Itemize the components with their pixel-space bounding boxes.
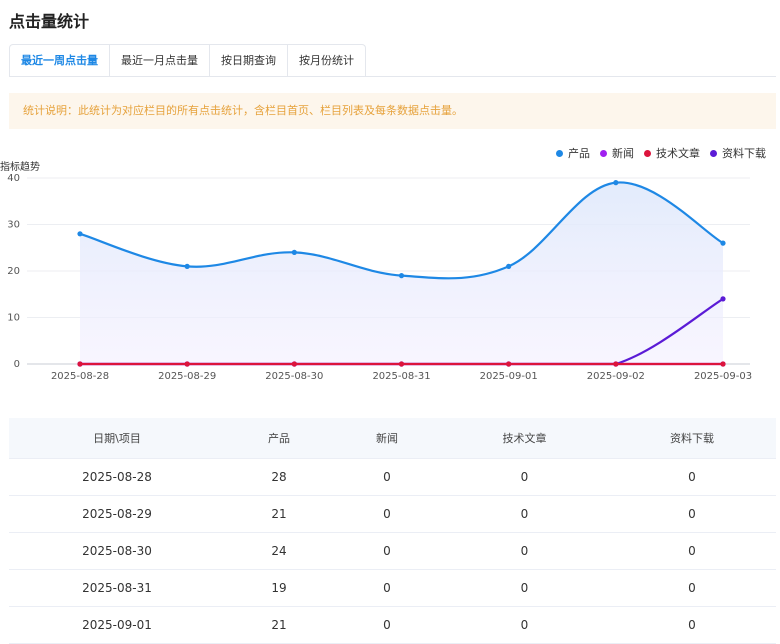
tabs-divider: [9, 76, 776, 77]
header-date-item: 日期\项目: [93, 432, 141, 445]
tab-last-week[interactable]: 最近一周点击量: [10, 45, 110, 77]
stats-table: 日期\项目 产品 新闻 技术文章 资料下载 2025-08-28 28 0 0 …: [9, 418, 776, 644]
page-title: 点击量统计: [9, 12, 90, 31]
tab-by-month[interactable]: 按月份统计: [288, 45, 365, 77]
notice-banner: 统计说明：此统计为对应栏目的所有点击统计，含栏目首页、栏目列表及每条数据点击量。: [9, 93, 776, 129]
y-tick-label: 30: [7, 220, 20, 231]
data-point-技术文章: [77, 361, 83, 367]
table-row: 2025-08-31 19 0 0 0: [9, 570, 776, 607]
table-row: 2025-08-28 28 0 0 0: [9, 459, 776, 496]
cell-news: 0: [383, 544, 391, 558]
x-tick-label: 2025-08-30: [265, 371, 323, 382]
x-tick-label: 2025-09-01: [480, 371, 538, 382]
data-point-技术文章: [613, 361, 619, 367]
cell-downloads: 0: [688, 507, 696, 521]
x-tick-label: 2025-08-29: [158, 371, 216, 382]
cell-date: 2025-09-01: [82, 618, 152, 632]
y-tick-label: 20: [7, 266, 20, 277]
trend-chart: 指标趋势 产品 新闻 技术文章 资料下载 0 10 20 30 40 2025-08-28 202…: [0, 138, 780, 388]
cell-downloads: 0: [688, 618, 696, 632]
cell-product: 28: [271, 470, 287, 484]
x-tick-label: 2025-08-28: [51, 371, 109, 382]
data-point-产品: [506, 263, 512, 269]
header-tech-articles: 技术文章: [502, 432, 547, 445]
table-row: 2025-08-30 24 0 0 0: [9, 533, 776, 570]
x-tick-label: 2025-09-02: [587, 371, 645, 382]
tab-by-date[interactable]: 按日期查询: [210, 45, 288, 77]
data-point-资料下载: [720, 296, 726, 302]
cell-news: 0: [383, 470, 391, 484]
table-header-row: 日期\项目 产品 新闻 技术文章 资料下载: [9, 418, 776, 459]
y-tick-label: 0: [14, 359, 20, 370]
cell-tech-articles: 0: [520, 618, 529, 632]
tab-last-month[interactable]: 最近一月点击量: [110, 45, 210, 77]
data-point-技术文章: [398, 361, 405, 367]
data-point-技术文章: [184, 361, 190, 367]
y-tick-label: 40: [7, 173, 20, 184]
data-point-技术文章: [291, 361, 297, 367]
data-point-技术文章: [506, 361, 512, 367]
cell-product: 24: [271, 544, 287, 558]
header-product: 产品: [268, 432, 290, 445]
tab-bar: 最近一周点击量 最近一月点击量 按日期查询 按月份统计: [9, 44, 366, 77]
table-row: 2025-09-01 21 0 0 0: [9, 607, 776, 644]
cell-product: 21: [271, 618, 287, 632]
cell-news: 0: [383, 507, 391, 521]
cell-tech-articles: 0: [520, 544, 529, 558]
cell-news: 0: [383, 618, 391, 632]
data-point-产品: [77, 231, 83, 237]
cell-downloads: 0: [688, 470, 696, 484]
cell-product: 21: [271, 507, 287, 521]
cell-date: 2025-08-31: [82, 581, 152, 595]
cell-tech-articles: 0: [520, 581, 529, 595]
cell-product: 19: [271, 581, 287, 595]
data-point-技术文章: [720, 361, 726, 367]
data-point-产品: [613, 180, 619, 186]
y-tick-label: 10: [7, 313, 20, 324]
cell-downloads: 0: [688, 544, 696, 558]
data-point-产品: [720, 240, 726, 246]
chart-canvas: 0 10 20 30 40 2025-08-28 2025-08-29 2025-08-30 2…: [7, 173, 752, 382]
header-downloads: 资料下载: [670, 432, 714, 445]
data-point-产品: [184, 263, 190, 269]
cell-news: 0: [383, 581, 391, 595]
header-news: 新闻: [376, 432, 398, 445]
table-row: 2025-08-29 21 0 0 0: [9, 496, 776, 533]
cell-downloads: 0: [688, 581, 696, 595]
x-tick-label: 2025-08-31: [372, 371, 430, 382]
cell-date: 2025-08-30: [82, 544, 152, 558]
cell-tech-articles: 0: [520, 507, 529, 521]
data-point-产品: [398, 273, 405, 279]
data-point-产品: [291, 249, 297, 255]
cell-tech-articles: 0: [520, 470, 529, 484]
cell-date: 2025-08-29: [82, 507, 152, 521]
cell-date: 2025-08-28: [82, 470, 152, 484]
x-tick-label: 2025-09-03: [694, 371, 752, 382]
